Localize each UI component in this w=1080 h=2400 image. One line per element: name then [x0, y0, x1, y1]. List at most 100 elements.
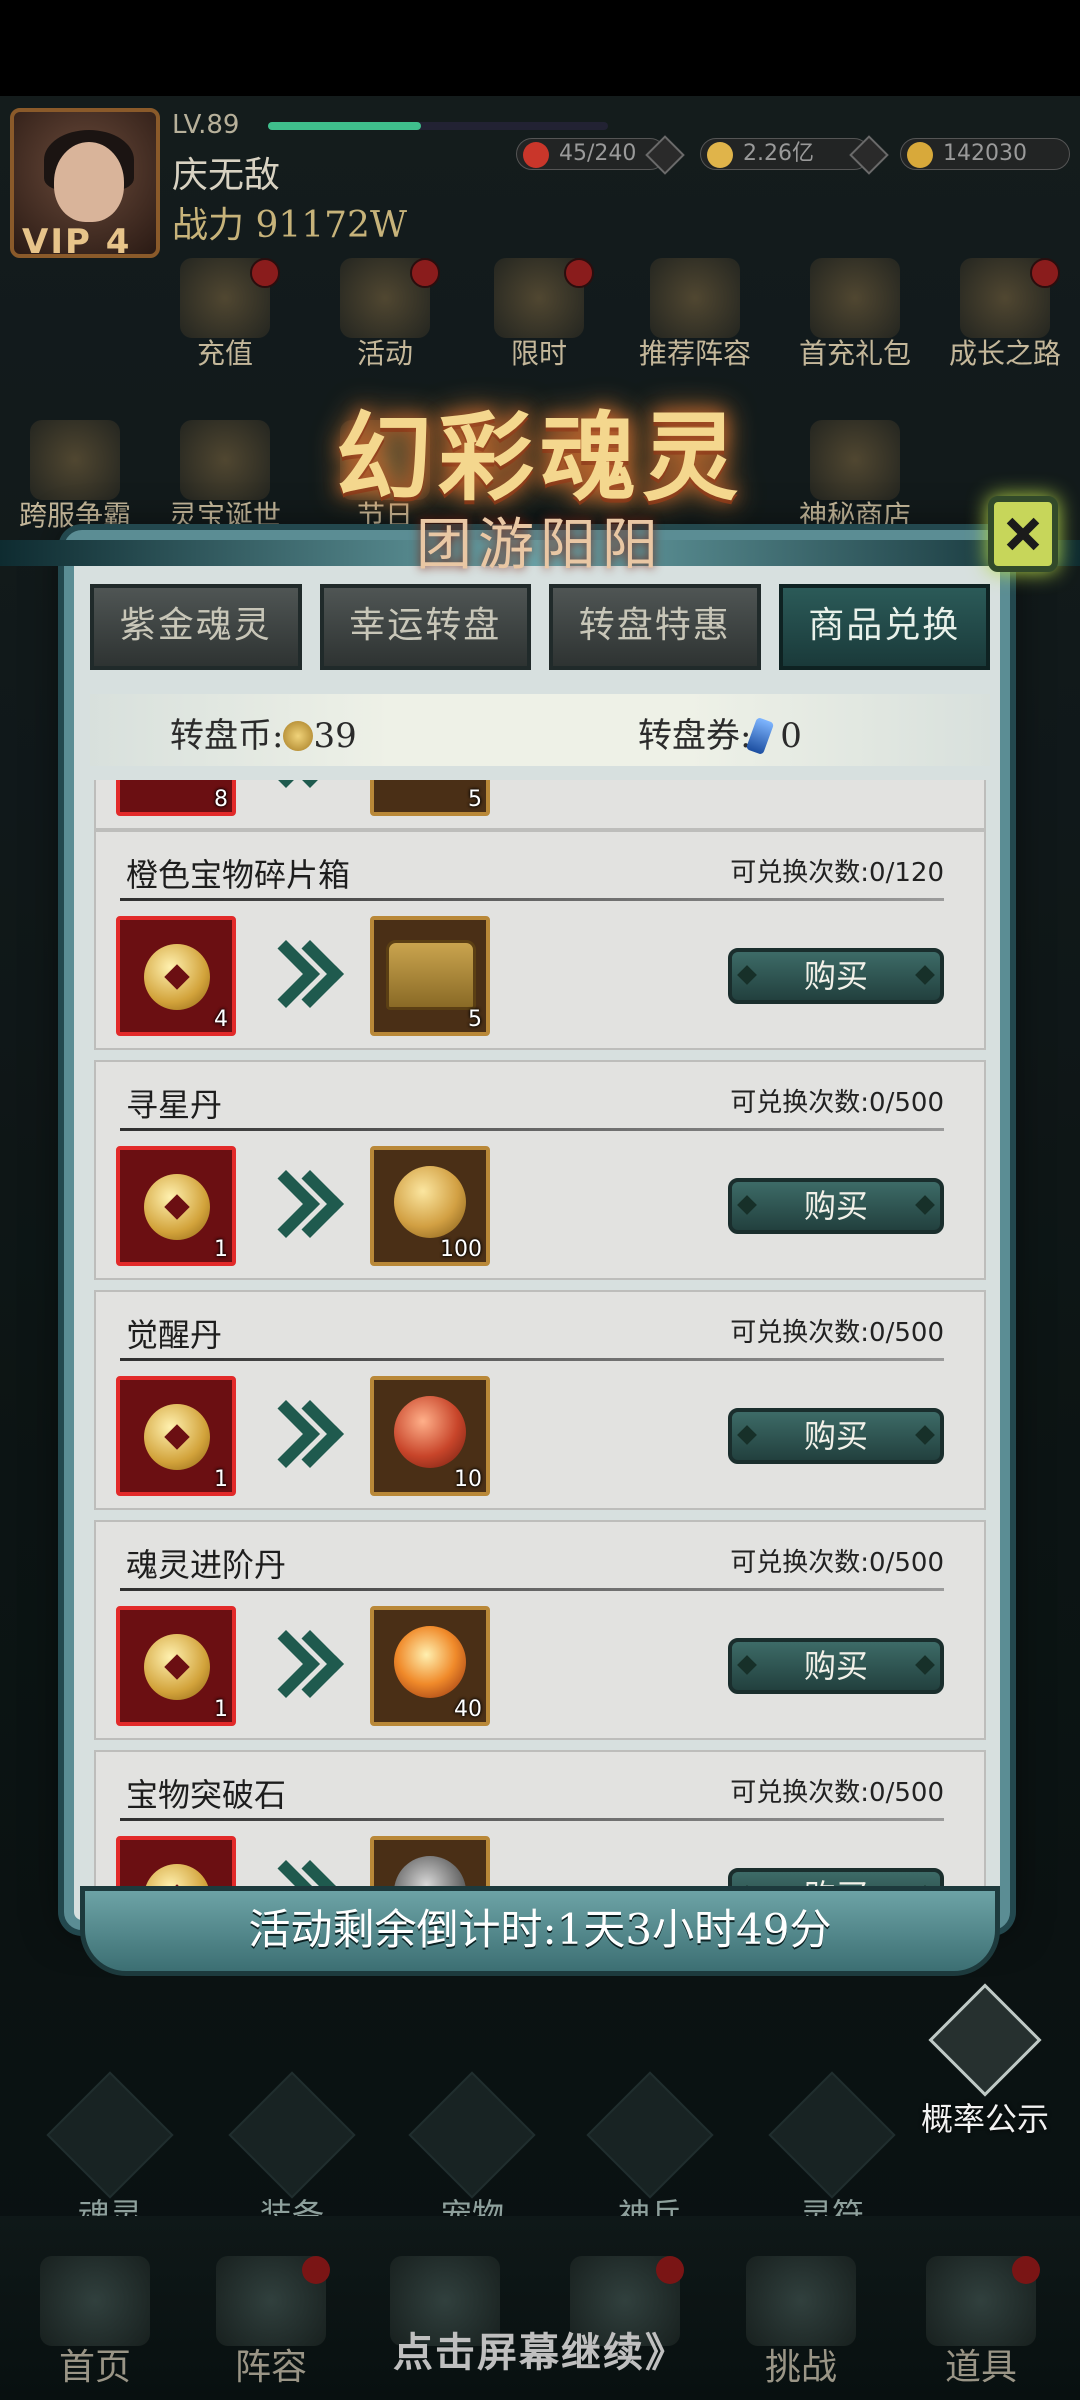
player-name: 庆无敌 [172, 155, 281, 196]
exchange-list[interactable]: 8 5 橙色宝物碎片箱 可兑换次数:0/120 4 5 购买 寻星丹 可兑换次数… [94, 780, 986, 1888]
add-stamina-icon[interactable] [645, 135, 685, 175]
cost-slot[interactable]: 1 [116, 1606, 236, 1726]
wheel-coin-icon [144, 944, 210, 1010]
limited-entry[interactable]: 限时 [464, 258, 614, 372]
exchange-limit: 可兑换次数:0/500 [730, 1088, 944, 1118]
wheel-ticket-label: 转盘券: [638, 716, 752, 756]
divider [120, 898, 944, 901]
cost-quantity: 4 [214, 1007, 228, 1032]
tab-item-exchange[interactable]: 商品兑换 [778, 584, 990, 670]
divine-weapon-entry[interactable]: 神兵 [580, 2071, 720, 2236]
currency-bar: 转盘币: 39 转盘券: 0 [90, 694, 990, 766]
tab-wheel-deals[interactable]: 转盘特惠 [549, 584, 761, 670]
item-name: 橙色宝物碎片箱 [126, 856, 351, 894]
avatar-face [54, 142, 124, 222]
exchange-limit: 可兑换次数:0/120 [730, 858, 944, 888]
notification-dot [564, 258, 594, 288]
reward-slot[interactable] [370, 1836, 490, 1888]
list-item: 橙色宝物碎片箱 可兑换次数:0/120 4 5 购买 [94, 830, 986, 1050]
tab-lucky-wheel[interactable]: 幸运转盘 [319, 584, 531, 670]
wheel-coin-icon [283, 721, 314, 751]
exchange-limit: 可兑换次数:0/500 [730, 1318, 944, 1348]
player-level: LV.89 [172, 110, 240, 140]
tap-to-continue-hint[interactable]: 点击屏幕继续》 [0, 2320, 1080, 2378]
stamina-value: 45/240 [559, 141, 637, 166]
notification-dot [410, 258, 440, 288]
player-status-bar: VIP 4 LV.89 庆无敌 战力 91172W 45/240 2.26亿 1… [0, 96, 1080, 262]
reward-quantity: 5 [468, 787, 482, 812]
wheel-coin-value: 39 [313, 716, 357, 756]
ingot-resource[interactable]: 142030 [900, 138, 1070, 170]
cost-slot[interactable] [116, 1836, 236, 1888]
reward-quantity: 10 [454, 1467, 482, 1492]
growth-path-label: 成长之路 [948, 337, 1061, 370]
spirit-entry[interactable]: 魂灵 [40, 2071, 180, 2236]
recharge-label: 充值 [196, 337, 253, 370]
cost-slot[interactable]: 1 [116, 1376, 236, 1496]
buy-button[interactable]: 购买 [728, 1638, 944, 1694]
wheel-coin-icon [144, 1864, 210, 1888]
treasure-chest-icon [386, 940, 476, 1010]
red-pill-icon [394, 1396, 466, 1468]
buy-button[interactable]: 购买 [728, 948, 944, 1004]
exchange-arrow-icon [266, 1170, 336, 1246]
activity-entry[interactable]: 活动 [310, 258, 460, 372]
gold-value: 2.26亿 [743, 141, 814, 166]
level-progress-bar [268, 122, 608, 130]
list-item: 魂灵进阶丹 可兑换次数:0/500 1 40 购买 [94, 1520, 986, 1740]
reward-slot[interactable]: 100 [370, 1146, 490, 1266]
cost-slot[interactable]: 8 [116, 780, 236, 816]
recharge-entry[interactable]: 充值 [150, 258, 300, 372]
combat-power: 战力 91172W [172, 205, 407, 246]
equipment-entry[interactable]: 装备 [222, 2071, 362, 2236]
exchange-arrow-icon [266, 1860, 336, 1888]
wheel-ticket-value: 0 [780, 716, 802, 756]
pet-entry[interactable]: 宠物 [402, 2071, 542, 2236]
exchange-arrow-icon [266, 1400, 336, 1476]
buy-button[interactable]: 购买 [728, 1178, 944, 1234]
close-icon[interactable] [988, 496, 1058, 572]
gold-resource[interactable]: 2.26亿 [700, 135, 889, 175]
reward-quantity: 100 [440, 1237, 482, 1262]
vip-level: VIP 4 [22, 222, 132, 262]
recommended-lineup-label: 推荐阵容 [638, 337, 751, 370]
stone-icon [394, 1856, 466, 1888]
talisman-entry[interactable]: 灵符 [762, 2071, 902, 2236]
first-recharge-gift-label: 首充礼包 [798, 337, 911, 370]
probability-notice-button[interactable]: 概率公示 [910, 1983, 1060, 2140]
reward-slot[interactable]: 10 [370, 1376, 490, 1496]
reward-slot[interactable]: 5 [370, 780, 490, 816]
spirit-icon [46, 2071, 174, 2199]
wheel-coin-icon [144, 1404, 210, 1470]
divider [120, 1128, 944, 1131]
reward-slot[interactable]: 40 [370, 1606, 490, 1726]
item-name: 觉醒丹 [126, 1316, 223, 1354]
stamina-resource[interactable]: 45/240 [516, 135, 685, 175]
reward-slot[interactable]: 5 [370, 916, 490, 1036]
buy-button[interactable]: 购买 [728, 1868, 944, 1888]
list-item: 寻星丹 可兑换次数:0/500 1 100 购买 [94, 1060, 986, 1280]
cost-slot[interactable]: 4 [116, 916, 236, 1036]
divider [120, 1818, 944, 1821]
exchange-arrow-icon [266, 940, 336, 1016]
recommended-lineup-entry[interactable]: 推荐阵容 [620, 258, 770, 372]
list-item: 觉醒丹 可兑换次数:0/500 1 10 购买 [94, 1290, 986, 1510]
fire-orb-icon [394, 1626, 466, 1698]
equipment-icon [228, 2071, 356, 2199]
notification-dot [302, 2256, 330, 2284]
cost-quantity: 1 [214, 1237, 228, 1262]
reward-quantity: 5 [468, 1007, 482, 1032]
growth-path-entry[interactable]: 成长之路 [930, 258, 1080, 372]
buy-button[interactable]: 购买 [728, 1408, 944, 1464]
cost-slot[interactable]: 1 [116, 1146, 236, 1266]
pet-icon [408, 2071, 536, 2199]
weapon-icon [586, 2071, 714, 2199]
exchange-limit: 可兑换次数:0/500 [730, 1778, 944, 1808]
first-recharge-gift-entry[interactable]: 首充礼包 [780, 258, 930, 372]
add-gold-icon[interactable] [849, 135, 889, 175]
gold-pill-icon [394, 1166, 466, 1238]
event-title: 幻彩魂灵 [336, 401, 744, 514]
tab-purple-gold-spirit[interactable]: 紫金魂灵 [90, 584, 302, 670]
talisman-icon [768, 2071, 896, 2199]
event-countdown: 活动剩余倒计时:1天3小时49分 [80, 1886, 1000, 1976]
